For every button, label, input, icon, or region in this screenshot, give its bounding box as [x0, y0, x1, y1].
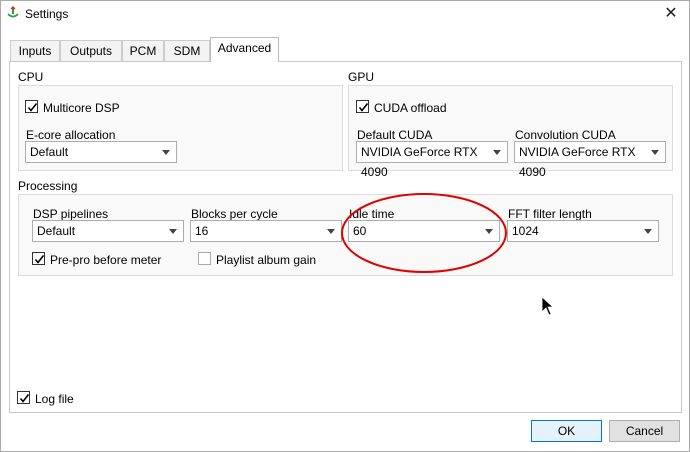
blocks-per-cycle-label: Blocks per cycle	[191, 207, 278, 221]
app-icon	[7, 6, 19, 18]
convolution-cuda-select[interactable]: NVIDIA GeForce RTX 4090	[514, 141, 666, 179]
pre-pro-before-meter-label: Pre-pro before meter	[50, 253, 162, 267]
blocks-per-cycle-value: 16	[195, 224, 209, 238]
tab-sdm[interactable]: SDM	[164, 40, 210, 62]
chevron-down-icon	[644, 229, 652, 234]
chevron-down-icon	[485, 229, 493, 234]
idle-time-select[interactable]: 60	[348, 220, 500, 242]
dsp-pipelines-value: Default	[37, 224, 76, 238]
cuda-offload-label: CUDA offload	[374, 101, 447, 115]
checkmark-icon	[27, 103, 38, 112]
cuda-offload-checkbox[interactable]	[356, 100, 369, 113]
checkmark-icon	[34, 255, 45, 264]
ecore-allocation-label: E-core allocation	[26, 128, 116, 142]
blocks-per-cycle-select[interactable]: 16	[190, 220, 342, 242]
multicore-dsp-label: Multicore DSP	[43, 101, 120, 115]
window-title: Settings	[25, 7, 69, 21]
cancel-button[interactable]: Cancel	[609, 420, 680, 442]
chevron-down-icon	[169, 229, 177, 234]
idle-time-value: 60	[353, 224, 367, 238]
mouse-pointer-icon	[541, 296, 555, 316]
playlist-album-gain-label: Playlist album gain	[216, 253, 317, 267]
playlist-album-gain-checkbox[interactable]	[198, 252, 211, 265]
ecore-allocation-value: Default	[30, 145, 69, 159]
tab-inputs[interactable]: Inputs	[10, 40, 60, 62]
ecore-allocation-select[interactable]: Default	[25, 141, 177, 163]
pre-pro-before-meter-checkbox[interactable]	[32, 252, 45, 265]
title-bar: Settings ✕	[1, 1, 689, 27]
multicore-dsp-checkbox[interactable]	[25, 100, 38, 113]
log-file-checkbox[interactable]	[17, 391, 30, 404]
settings-window: Settings ✕ Inputs Outputs PCM SDM Advanc…	[0, 0, 690, 452]
checkmark-icon	[358, 103, 369, 112]
chevron-down-icon	[651, 150, 659, 155]
chevron-down-icon	[327, 229, 335, 234]
fft-filter-length-select[interactable]: 1024	[507, 220, 659, 242]
close-button[interactable]: ✕	[659, 3, 683, 25]
idle-time-label: Idle time	[349, 207, 395, 221]
processing-section-label: Processing	[18, 179, 78, 193]
chevron-down-icon	[493, 150, 501, 155]
cpu-section-label: CPU	[18, 70, 44, 84]
default-cuda-label: Default CUDA	[357, 128, 433, 142]
ok-button[interactable]: OK	[531, 420, 602, 442]
tab-outputs[interactable]: Outputs	[60, 40, 122, 62]
gpu-section-label: GPU	[348, 70, 375, 84]
close-icon: ✕	[664, 5, 678, 22]
dsp-pipelines-select[interactable]: Default	[32, 220, 184, 242]
tab-pcm[interactable]: PCM	[122, 40, 164, 62]
fft-filter-length-value: 1024	[512, 224, 539, 238]
default-cuda-select[interactable]: NVIDIA GeForce RTX 4090	[356, 141, 508, 179]
checkmark-icon	[19, 394, 30, 403]
dsp-pipelines-label: DSP pipelines	[33, 207, 109, 221]
chevron-down-icon	[162, 150, 170, 155]
log-file-label: Log file	[35, 392, 74, 406]
fft-filter-length-label: FFT filter length	[508, 207, 592, 221]
tab-advanced[interactable]: Advanced	[210, 37, 279, 62]
convolution-cuda-label: Convolution CUDA	[515, 128, 616, 142]
